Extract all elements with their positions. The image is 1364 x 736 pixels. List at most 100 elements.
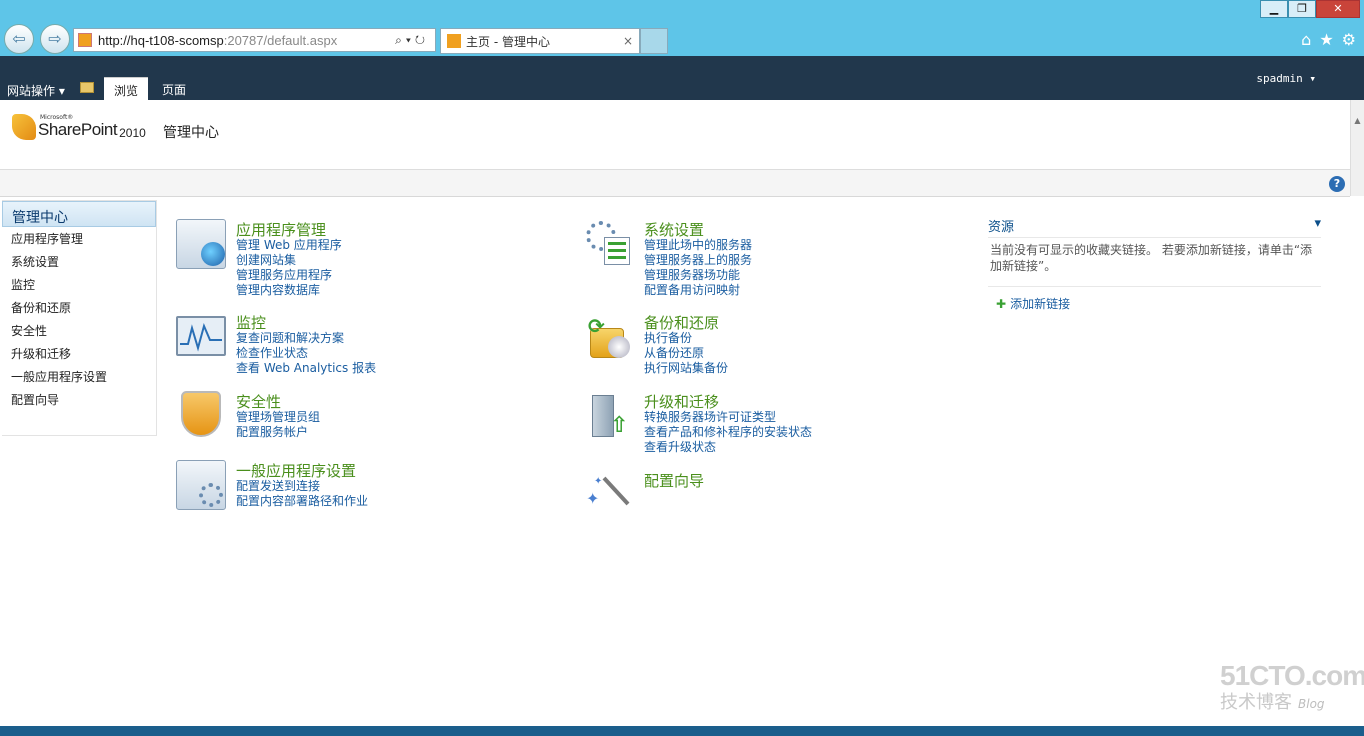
help-icon[interactable]: ? <box>1329 176 1345 192</box>
resources-title: 资源 <box>988 220 1015 235</box>
section-title[interactable]: 配置向导 <box>644 470 704 491</box>
window-controls: ▁ ❐ ✕ <box>1260 0 1360 18</box>
url-path: :20787/default.aspx <box>223 32 338 48</box>
application-settings-icon <box>176 460 226 510</box>
tab-browse[interactable]: 浏览 <box>104 77 149 100</box>
resources-panel: 资源 ▾ 当前没有可显示的收藏夹链接。 若要添加新链接，请单击“添加新链接”。 … <box>988 212 1321 312</box>
gear-icon <box>199 483 223 507</box>
nav-item-system[interactable]: 系统设置 <box>2 250 156 273</box>
link-create-site-collection[interactable]: 创建网站集 <box>236 253 342 268</box>
navigate-up-folder-icon[interactable] <box>80 82 94 93</box>
browser-tools: ⌂ ★ ⚙ <box>1301 30 1356 49</box>
watermark: 51CTO.com 技术博客 Blog <box>1220 660 1364 714</box>
link-alternate-access[interactable]: 配置备用访问映射 <box>644 283 752 298</box>
add-link-label: 添加新链接 <box>1010 297 1071 311</box>
link-review-problems[interactable]: 复查问题和解决方案 <box>236 331 376 346</box>
link-farm-admins[interactable]: 管理场管理员组 <box>236 410 320 425</box>
sharepoint-logo[interactable]: Microsoft® SharePoint 2010 <box>12 114 146 140</box>
link-manage-content-db[interactable]: 管理内容数据库 <box>236 283 342 298</box>
svg-text:✦: ✦ <box>586 489 599 508</box>
link-check-job-status[interactable]: 检查作业状态 <box>236 346 376 361</box>
tab-close-icon[interactable]: × <box>623 34 633 48</box>
application-window-icon <box>176 219 226 269</box>
section-title[interactable]: 应用程序管理 <box>236 219 326 240</box>
url-host: http://hq-t108-scomsp <box>98 32 224 48</box>
backup-restore-icon: ⟳ <box>584 312 634 362</box>
title-area: Microsoft® SharePoint 2010 管理中心 <box>0 100 1350 170</box>
back-arrow-icon[interactable]: ⇦ <box>4 24 34 54</box>
site-actions-menu[interactable]: 网站操作 ▾ <box>7 82 65 99</box>
add-link-button[interactable]: ✚ 添加新链接 <box>988 295 1321 312</box>
link-farm-features[interactable]: 管理服务器场功能 <box>644 268 752 283</box>
quick-launch: 管理中心 应用程序管理 系统设置 监控 备份和还原 安全性 升级和迁移 一般应用… <box>2 200 157 436</box>
resources-menu-icon[interactable]: ▾ <box>1314 216 1321 237</box>
section-title[interactable]: 备份和还原 <box>644 312 719 333</box>
nav-item-monitoring[interactable]: 监控 <box>2 273 156 296</box>
link-manage-service-apps[interactable]: 管理服务应用程序 <box>236 268 342 283</box>
tab-title: 主页 - 管理中心 <box>466 34 550 49</box>
browser-tab[interactable]: 主页 - 管理中心 × <box>440 28 640 54</box>
nav-item-backup[interactable]: 备份和还原 <box>2 296 156 319</box>
logo-year: 2010 <box>119 126 146 140</box>
wand-icon: ✦ ✦ <box>586 476 630 508</box>
nav-item-security[interactable]: 安全性 <box>2 319 156 342</box>
address-bar[interactable]: http://hq-t108-scomsp:20787/default.aspx… <box>73 28 436 52</box>
svg-text:✦: ✦ <box>594 476 602 487</box>
section-title[interactable]: 升级和迁移 <box>644 391 719 412</box>
close-button[interactable]: ✕ <box>1316 0 1360 18</box>
section-title[interactable]: 安全性 <box>236 391 281 412</box>
nav-item-upgrade[interactable]: 升级和迁移 <box>2 342 156 365</box>
scroll-up-icon[interactable]: ▲ <box>1351 116 1364 125</box>
tab-page[interactable]: 页面 <box>152 77 196 100</box>
status-strip: ? <box>0 170 1350 197</box>
section-links: 管理 Web 应用程序 创建网站集 管理服务应用程序 管理内容数据库 <box>236 238 342 298</box>
maximize-button[interactable]: ❐ <box>1288 0 1316 18</box>
link-perform-backup[interactable]: 执行备份 <box>644 331 728 346</box>
nav-item-general[interactable]: 一般应用程序设置 <box>2 365 156 388</box>
logo-microsoft: Microsoft® <box>40 114 74 121</box>
link-install-status[interactable]: 查看产品和修补程序的安装状态 <box>644 425 812 440</box>
settings-gear-icon[interactable]: ⚙ <box>1342 30 1356 49</box>
user-menu[interactable]: spadmin ▾ <box>1256 72 1316 85</box>
checklist-icon <box>604 237 630 265</box>
link-restore-backup[interactable]: 从备份还原 <box>644 346 728 361</box>
section-links: 转换服务器场许可证类型 查看产品和修补程序的安装状态 查看升级状态 <box>644 410 812 455</box>
section-title[interactable]: 一般应用程序设置 <box>236 460 356 481</box>
watermark-blog: Blog <box>1298 697 1325 711</box>
favorites-star-icon[interactable]: ★ <box>1319 30 1333 49</box>
pulse-line-icon <box>180 322 222 352</box>
section-title[interactable]: 系统设置 <box>644 219 704 240</box>
forward-arrow-icon[interactable]: ⇨ <box>40 24 70 54</box>
logo-product: SharePoint <box>38 120 118 139</box>
link-content-deployment[interactable]: 配置内容部署路径和作业 <box>236 494 368 509</box>
link-send-to-connections[interactable]: 配置发送到连接 <box>236 479 368 494</box>
page-title: 管理中心 <box>163 125 219 141</box>
server-upgrade-icon: ⇧ <box>584 391 634 441</box>
resources-message: 当前没有可显示的收藏夹链接。 若要添加新链接，请单击“添加新链接”。 <box>988 238 1321 287</box>
scrollbar[interactable]: ▲ <box>1350 100 1364 196</box>
nav-item-app-mgmt[interactable]: 应用程序管理 <box>2 227 156 250</box>
home-icon[interactable]: ⌂ <box>1301 30 1311 49</box>
sharepoint-swirl-icon <box>12 114 36 140</box>
new-tab-button[interactable] <box>640 28 668 54</box>
search-refresh-icon[interactable]: ⌕▾↻ <box>395 33 429 48</box>
sharepoint-ribbon: 网站操作 ▾ 浏览 页面 spadmin ▾ <box>0 56 1364 100</box>
link-convert-license[interactable]: 转换服务器场许可证类型 <box>644 410 812 425</box>
section-title[interactable]: 监控 <box>236 312 266 333</box>
site-favicon-icon <box>78 33 92 47</box>
link-manage-services[interactable]: 管理服务器上的服务 <box>644 253 752 268</box>
link-site-collection-backup[interactable]: 执行网站集备份 <box>644 361 728 376</box>
section-links: 执行备份 从备份还原 执行网站集备份 <box>644 331 728 376</box>
nav-item-wizard[interactable]: 配置向导 <box>2 388 156 411</box>
section-links: 管理场管理员组 配置服务帐户 <box>236 410 320 440</box>
link-manage-web-apps[interactable]: 管理 Web 应用程序 <box>236 238 342 253</box>
quick-launch-heading[interactable]: 管理中心 <box>2 201 156 227</box>
link-manage-servers[interactable]: 管理此场中的服务器 <box>644 238 752 253</box>
monitor-chart-icon <box>176 316 226 356</box>
taskbar <box>0 726 1364 736</box>
tab-favicon-icon <box>447 34 461 48</box>
link-service-accounts[interactable]: 配置服务帐户 <box>236 425 320 440</box>
minimize-button[interactable]: ▁ <box>1260 0 1288 18</box>
link-web-analytics[interactable]: 查看 Web Analytics 报表 <box>236 361 376 376</box>
link-upgrade-status[interactable]: 查看升级状态 <box>644 440 812 455</box>
